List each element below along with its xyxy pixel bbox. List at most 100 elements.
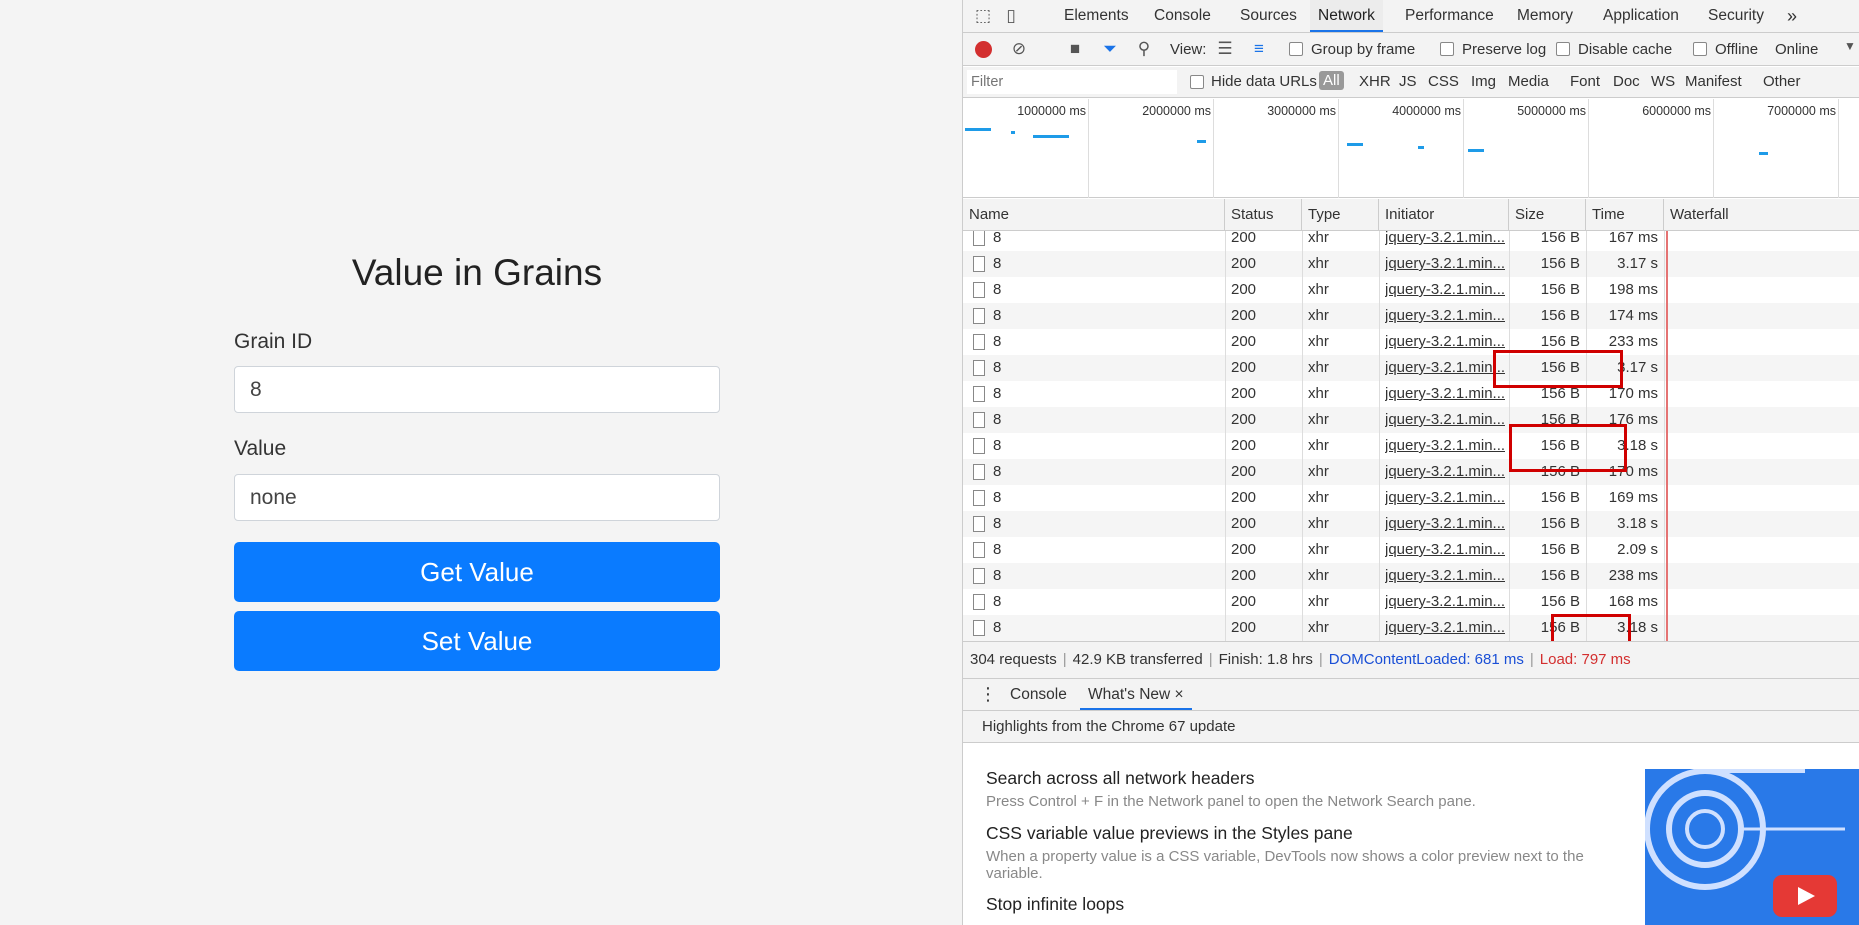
table-row[interactable]: 8 200 xhr jquery-3.2.1.min... 156 B 198 ms (963, 277, 1859, 303)
drawer-tab-console[interactable]: Console (1002, 679, 1075, 710)
tab-sources[interactable]: Sources (1232, 0, 1305, 32)
table-row[interactable]: 8 200 xhr jquery-3.2.1.min... 156 B 168 ms (963, 589, 1859, 615)
column-size[interactable]: Size (1509, 199, 1586, 231)
filter-type-manifest[interactable]: Manifest (1685, 73, 1742, 90)
request-time: 238 ms (1608, 567, 1658, 584)
news-item-title[interactable]: CSS variable value previews in the Style… (986, 823, 1353, 844)
request-initiator-link[interactable]: jquery-3.2.1.min... (1385, 303, 1505, 329)
filter-type-css[interactable]: CSS (1428, 73, 1459, 90)
video-thumbnail[interactable] (1645, 769, 1859, 925)
request-initiator-link[interactable]: jquery-3.2.1.min... (1385, 459, 1505, 485)
table-row[interactable]: 8 200 xhr jquery-3.2.1.min... 156 B 3.18 s (963, 615, 1859, 641)
disable-cache-checkbox[interactable] (1556, 42, 1570, 56)
overview-tick-label: 6000000 ms (1642, 104, 1711, 118)
request-initiator-link[interactable]: jquery-3.2.1.min... (1385, 615, 1505, 641)
request-initiator-link[interactable]: jquery-3.2.1.min... (1385, 251, 1505, 277)
device-toolbar-icon[interactable]: ▯ (1000, 5, 1022, 27)
grain-id-input[interactable]: 8 (234, 366, 720, 413)
request-initiator-link[interactable]: jquery-3.2.1.min... (1385, 563, 1505, 589)
tab-security[interactable]: Security (1700, 0, 1772, 32)
table-row[interactable]: 8 200 xhr jquery-3.2.1.min... 156 B 170 ms (963, 459, 1859, 485)
hide-data-urls-checkbox[interactable] (1190, 75, 1204, 89)
table-row[interactable]: 8 200 xhr jquery-3.2.1.min... 156 B 3.17 s (963, 355, 1859, 381)
close-icon[interactable]: × (1175, 686, 1184, 703)
request-initiator-link[interactable]: jquery-3.2.1.min... (1385, 589, 1505, 615)
tab-console[interactable]: Console (1146, 0, 1219, 32)
table-row[interactable]: 8 200 xhr jquery-3.2.1.min... 156 B 167 ms (963, 231, 1859, 251)
filter-type-xhr[interactable]: XHR (1359, 73, 1391, 90)
tab-elements[interactable]: Elements (1056, 0, 1137, 32)
filter-type-img[interactable]: Img (1471, 73, 1496, 90)
drawer-tab-whats-new[interactable]: What's New × (1080, 679, 1192, 710)
request-time: 167 ms (1608, 231, 1658, 246)
column-initiator[interactable]: Initiator (1379, 199, 1509, 231)
request-initiator-link[interactable]: jquery-3.2.1.min... (1385, 433, 1505, 459)
table-row[interactable]: 8 200 xhr jquery-3.2.1.min... 156 B 170 ms (963, 381, 1859, 407)
capture-screenshots-icon[interactable]: ■ (1064, 39, 1086, 59)
overview-timeline[interactable]: 1000000 ms 2000000 ms 3000000 ms 4000000… (963, 99, 1859, 198)
value-input[interactable]: none (234, 474, 720, 521)
large-rows-icon[interactable]: ☰ (1214, 39, 1236, 59)
column-name[interactable]: Name (963, 199, 1225, 231)
waterfall-view-icon[interactable]: ≡ (1248, 39, 1270, 59)
request-initiator-link[interactable]: jquery-3.2.1.min... (1385, 537, 1505, 563)
clear-icon[interactable]: ⊘ (1008, 39, 1030, 59)
tab-application[interactable]: Application (1595, 0, 1687, 32)
filter-input[interactable] (967, 70, 1177, 94)
table-row[interactable]: 8 200 xhr jquery-3.2.1.min... 156 B 2.09 s (963, 537, 1859, 563)
filter-type-ws[interactable]: WS (1651, 73, 1675, 90)
throttling-select[interactable]: Online (1775, 41, 1818, 58)
set-value-button[interactable]: Set Value (234, 611, 720, 671)
request-initiator-link[interactable]: jquery-3.2.1.min... (1385, 277, 1505, 303)
request-initiator-link[interactable]: jquery-3.2.1.min... (1385, 355, 1505, 381)
filter-type-other[interactable]: Other (1763, 73, 1801, 90)
offline-checkbox[interactable] (1693, 42, 1707, 56)
group-by-frame-checkbox[interactable] (1289, 42, 1303, 56)
preserve-log-checkbox[interactable] (1440, 42, 1454, 56)
column-time[interactable]: Time (1586, 199, 1664, 231)
tab-network[interactable]: Network (1310, 0, 1383, 32)
request-type: xhr (1308, 333, 1329, 350)
table-row[interactable]: 8 200 xhr jquery-3.2.1.min... 156 B 174 ms (963, 303, 1859, 329)
tab-memory[interactable]: Memory (1509, 0, 1581, 32)
filter-type-js[interactable]: JS (1399, 73, 1417, 90)
record-icon[interactable] (975, 41, 992, 58)
request-initiator-link[interactable]: jquery-3.2.1.min... (1385, 407, 1505, 433)
request-initiator-link[interactable]: jquery-3.2.1.min... (1385, 231, 1505, 251)
filter-type-font[interactable]: Font (1570, 73, 1600, 90)
drawer-menu-icon[interactable]: ⋮ (971, 679, 1005, 710)
request-initiator-link[interactable]: jquery-3.2.1.min... (1385, 381, 1505, 407)
table-row[interactable]: 8 200 xhr jquery-3.2.1.min... 156 B 3.18 s (963, 511, 1859, 537)
filter-type-doc[interactable]: Doc (1613, 73, 1640, 90)
request-initiator-link[interactable]: jquery-3.2.1.min... (1385, 485, 1505, 511)
preserve-log-label: Preserve log (1462, 41, 1547, 58)
request-initiator-link[interactable]: jquery-3.2.1.min... (1385, 511, 1505, 537)
column-waterfall[interactable]: Waterfall (1664, 199, 1859, 231)
news-item-title[interactable]: Stop infinite loops (986, 894, 1124, 915)
group-by-frame-label: Group by frame (1311, 41, 1416, 58)
table-row[interactable]: 8 200 xhr jquery-3.2.1.min... 156 B 176 ms (963, 407, 1859, 433)
filter-type-all[interactable]: All (1319, 71, 1344, 90)
get-value-button[interactable]: Get Value (234, 542, 720, 602)
chevron-down-icon[interactable]: ▼ (1839, 39, 1859, 53)
request-size: 156 B (1540, 281, 1580, 298)
filter-type-media[interactable]: Media (1508, 73, 1549, 90)
request-initiator-link[interactable]: jquery-3.2.1.min... (1385, 329, 1505, 355)
column-type[interactable]: Type (1302, 199, 1379, 231)
tab-performance[interactable]: Performance (1397, 0, 1502, 32)
filter-icon[interactable]: ⏷ (1099, 39, 1121, 59)
search-icon[interactable]: ⚲ (1133, 39, 1155, 59)
table-row[interactable]: 8 200 xhr jquery-3.2.1.min... 156 B 233 ms (963, 329, 1859, 355)
table-row[interactable]: 8 200 xhr jquery-3.2.1.min... 156 B 238 ms (963, 563, 1859, 589)
request-size: 156 B (1540, 593, 1580, 610)
table-row[interactable]: 8 200 xhr jquery-3.2.1.min... 156 B 169 ms (963, 485, 1859, 511)
inspect-element-icon[interactable]: ⬚ (972, 5, 994, 27)
table-row[interactable]: 8 200 xhr jquery-3.2.1.min... 156 B 3.17 s (963, 251, 1859, 277)
hide-data-urls-label: Hide data URLs (1211, 73, 1317, 90)
request-name: 8 (993, 255, 1002, 272)
more-tabs-icon[interactable]: » (1779, 0, 1805, 32)
news-item-title[interactable]: Search across all network headers (986, 768, 1254, 789)
column-status[interactable]: Status (1225, 199, 1302, 231)
table-row[interactable]: 8 200 xhr jquery-3.2.1.min... 156 B 3.18 s (963, 433, 1859, 459)
youtube-play-icon[interactable] (1773, 875, 1837, 917)
